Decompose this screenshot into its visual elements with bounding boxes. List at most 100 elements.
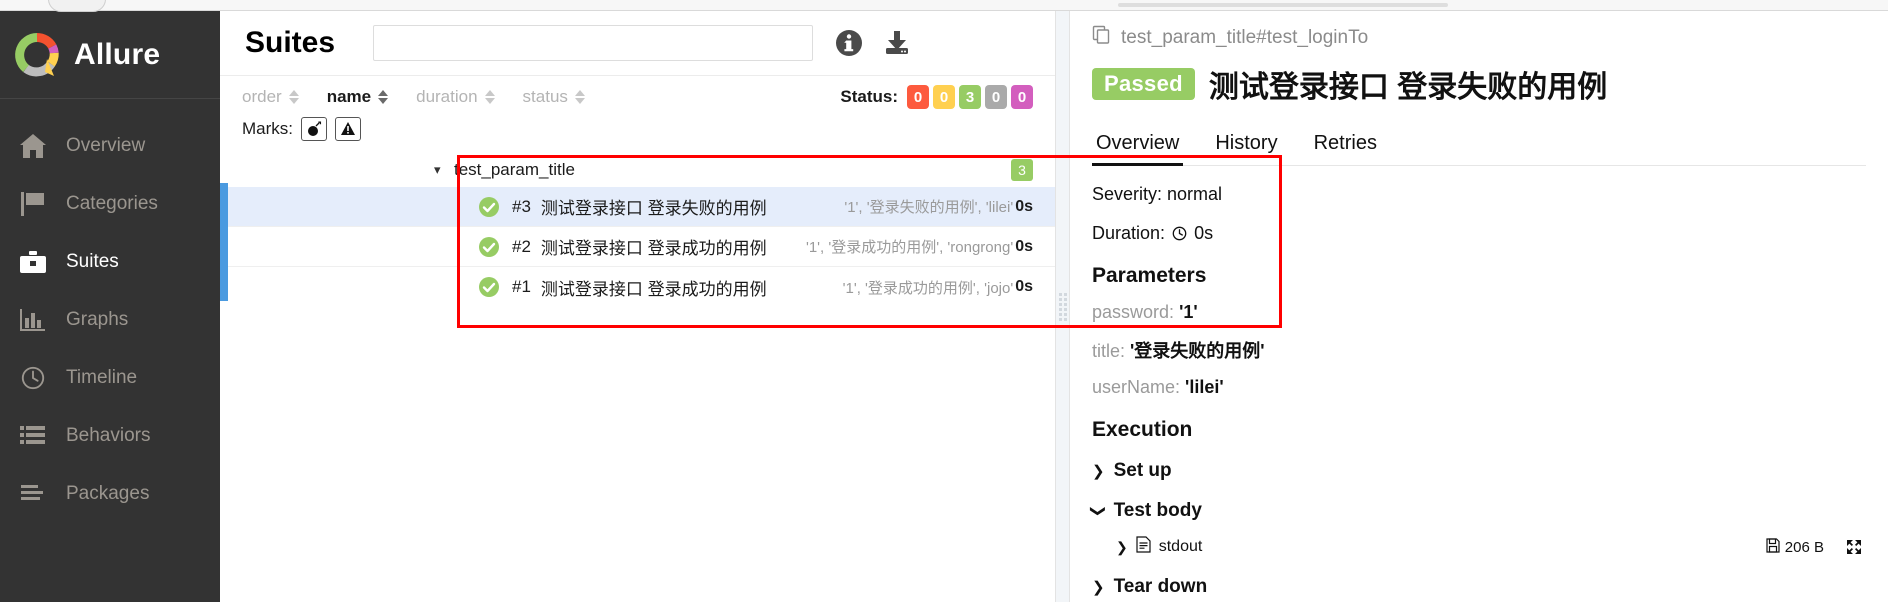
warning-triangle-icon[interactable] [335,117,361,141]
table-row[interactable]: #3 测试登录接口 登录失败的用例 '1', '登录失败的用例', 'lilei… [220,187,1055,227]
sidebar-item-suites[interactable]: Suites [0,233,220,291]
execution-heading: Execution [1092,418,1193,441]
flag-icon [18,189,48,219]
suite-group-row[interactable]: ▾ test_param_title 3 [220,153,1055,187]
execution-step-tear-down[interactable]: ❯ Tear down [1092,576,1866,598]
fullscreen-icon[interactable] [1846,539,1862,555]
table-row[interactable]: #2 测试登录接口 登录成功的用例 '1', '登录成功的用例', 'rongr… [220,227,1055,267]
tab-history[interactable]: History [1197,126,1295,165]
suite-tree: ▾ test_param_title 3 #3 测试登录接口 登录失败的用例 '… [220,153,1055,307]
attachment-meta: 206 B [1766,537,1866,557]
tab-overview[interactable]: Overview [1092,126,1197,166]
active-selection-indicator [220,183,228,301]
sidebar-item-label: Graphs [66,309,129,330]
sidebar-item-overview[interactable]: Overview [0,117,220,175]
test-name: 测试登录接口 登录成功的用例 [540,279,767,299]
sort-arrows-icon [378,90,389,104]
execution-step-test-body[interactable]: ❯ Test body [1089,500,1866,522]
save-icon [1766,537,1780,557]
sidebar: Allure Overview Categories Suites Graphs… [0,0,220,602]
parameter-row: userName: 'lilei' [1092,377,1224,397]
test-name: 测试登录接口 登录失败的用例 [540,199,767,218]
test-number: #3 [512,196,531,216]
test-detail-panel: test_param_title#test_loginTo Passed 测试登… [1070,0,1888,602]
chevron-down-icon[interactable]: ▾ [434,162,448,178]
duration-value: 0s [1194,223,1214,243]
suite-name: test_param_title [454,160,575,179]
parameter-row: title: '登录失败的用例' [1092,341,1265,361]
chevron-right-icon: ❯ [1092,579,1105,596]
sort-arrows-icon [574,90,585,104]
allure-report-app: Allure Overview Categories Suites Graphs… [0,0,1888,602]
status-chip-unknown[interactable]: 0 [1011,85,1033,109]
duration-line: Duration: 0s [1092,223,1866,244]
sidebar-nav: Overview Categories Suites Graphs Timeli… [0,99,220,523]
parameter-value: '登录失败的用例' [1130,341,1265,361]
info-icon[interactable] [835,29,863,57]
header-icon-group [835,29,911,57]
test-parameters: '1', '登录成功的用例', 'rongrong' [805,239,1014,256]
panel-splitter[interactable] [1056,11,1070,602]
sidebar-item-label: Overview [66,135,146,156]
execution-step-label: Test body [1113,500,1202,521]
duration-label: Duration: [1092,223,1166,243]
test-parameters: '1', '登录失败的用例', 'lilei' [844,199,1014,216]
status-filter-label: Status: [840,87,898,106]
file-text-icon [1136,536,1151,558]
sidebar-item-label: Timeline [66,367,138,388]
browser-address-bar[interactable] [1118,3,1448,7]
chevron-right-icon: ❯ [1092,463,1105,480]
attachment-row[interactable]: ❯ stdout 206 B [1116,536,1866,558]
execution-step-set-up[interactable]: ❯ Set up [1092,460,1866,482]
copy-icon [1092,25,1112,50]
sorter-duration[interactable]: duration [416,87,495,107]
breadcrumb[interactable]: test_param_title#test_loginTo [1092,25,1866,50]
passed-check-icon [478,276,500,298]
status-chip-failed[interactable]: 0 [907,85,929,109]
bar-chart-icon [18,305,48,335]
allure-donut-logo [14,32,60,78]
sorter-name[interactable]: name [327,87,389,107]
search-input[interactable] [373,25,814,61]
test-duration: 0s [1015,197,1033,215]
execution-step-label: Set up [1113,460,1172,481]
attachment-size-group: 206 B [1766,537,1824,557]
sidebar-item-label: Categories [66,193,158,214]
test-title-row: Passed 测试登录接口 登录失败的用例 [1092,62,1866,106]
sidebar-item-behaviors[interactable]: Behaviors [0,407,220,465]
status-chip-broken[interactable]: 0 [933,85,955,109]
parameter-key: title [1092,341,1121,361]
sidebar-item-label: Packages [66,483,150,504]
clock-icon [18,363,48,393]
sidebar-item-graphs[interactable]: Graphs [0,291,220,349]
test-parameters: '1', '登录成功的用例', 'jojo' [842,279,1014,297]
severity-line: Severity: normal [1092,184,1223,204]
parameter-key: userName [1092,377,1176,397]
list-icon [18,421,48,451]
sidebar-item-categories[interactable]: Categories [0,175,220,233]
status-chip-passed[interactable]: 3 [959,85,981,109]
download-icon[interactable] [883,29,911,57]
suites-panel: Suites order name duration status Status… [220,0,1282,602]
browser-tab[interactable] [48,0,106,12]
sidebar-item-timeline[interactable]: Timeline [0,349,220,407]
passed-check-icon [478,196,500,218]
test-name: 测试登录接口 登录成功的用例 [540,239,767,258]
tab-retries[interactable]: Retries [1296,126,1395,165]
parameter-key: password [1092,302,1170,322]
breadcrumb-text: test_param_title#test_loginTo [1121,26,1369,48]
table-row[interactable]: #1 测试登录接口 登录成功的用例 '1', '登录成功的用例', 'jojo'… [220,267,1055,307]
parameter-row: password: '1' [1092,302,1198,322]
parameters-heading: Parameters [1092,264,1207,287]
status-chip-skipped[interactable]: 0 [985,85,1007,109]
packages-icon [18,479,48,509]
test-number: #2 [512,236,531,256]
sorter-status[interactable]: status [523,87,585,107]
sorter-label: order [242,87,282,106]
test-number: #1 [512,277,531,296]
sidebar-item-packages[interactable]: Packages [0,465,220,523]
flaky-bomb-icon[interactable] [301,117,327,141]
sorter-order[interactable]: order [242,87,299,107]
page-title: Suites [245,26,336,59]
passed-check-icon [478,236,500,258]
